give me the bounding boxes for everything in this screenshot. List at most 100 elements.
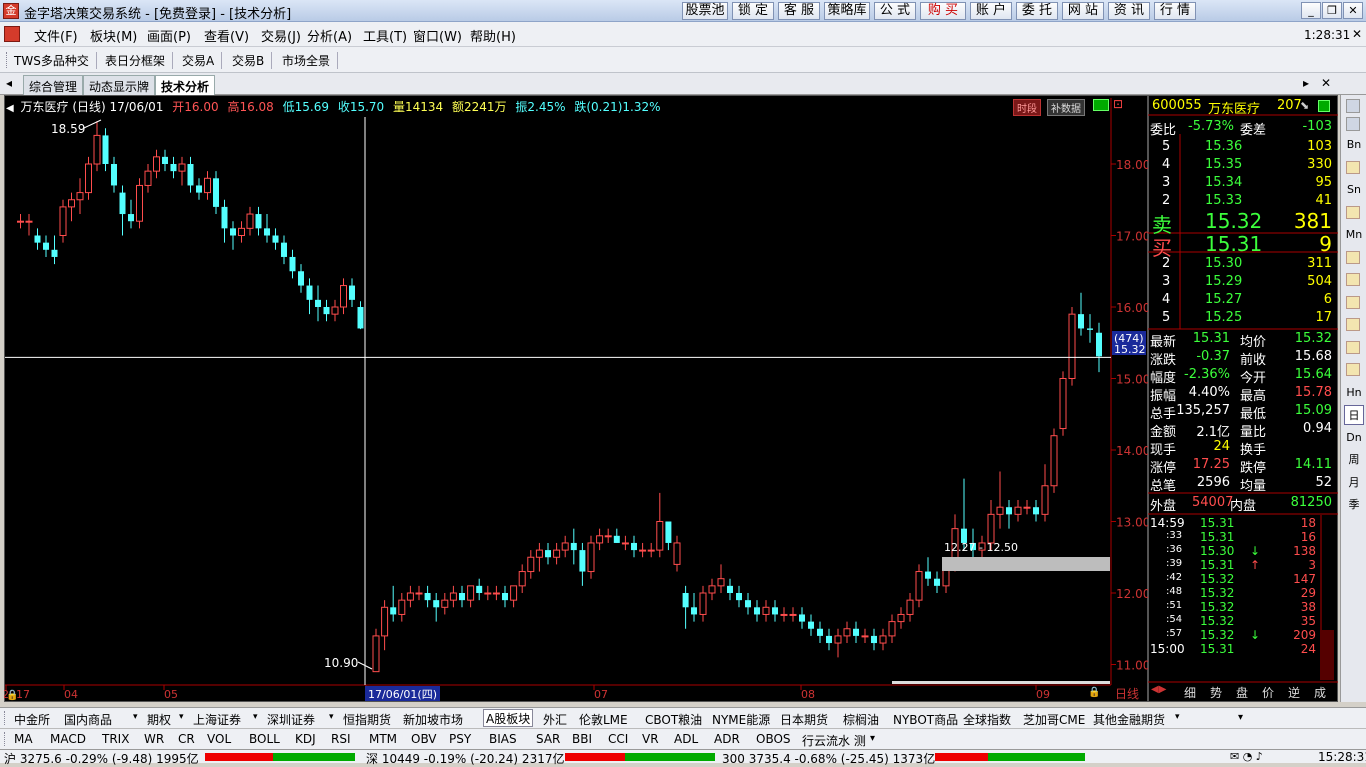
- indicator-tab[interactable]: ADL: [674, 732, 698, 746]
- minute-period-icon[interactable]: [1346, 205, 1360, 219]
- chart-panel-close-icon[interactable]: ⊡: [1113, 97, 1123, 111]
- quote-tab[interactable]: 价: [1262, 684, 1274, 701]
- menu-file[interactable]: 文件(F): [34, 26, 78, 45]
- tab-scroll-left-icon[interactable]: ◂: [6, 76, 12, 90]
- menu-tools[interactable]: 工具(T): [363, 26, 407, 45]
- period-3-button[interactable]: Hn: [1344, 383, 1364, 403]
- menu-help[interactable]: 帮助(H): [470, 26, 516, 45]
- minute-period-icon[interactable]: [1346, 295, 1360, 309]
- menu-trade[interactable]: 交易(J): [261, 26, 301, 45]
- toolbar-market-overview-button[interactable]: 市场全景: [282, 52, 339, 69]
- indicator-tab[interactable]: PSY: [449, 732, 471, 746]
- strategy-lib-button[interactable]: 策略库: [824, 2, 870, 20]
- menu-window[interactable]: 窗口(W): [413, 26, 462, 45]
- buy-button[interactable]: 购 买: [920, 2, 966, 20]
- indicator-tab[interactable]: BIAS: [489, 732, 517, 746]
- scroll-thumb[interactable]: [892, 681, 1110, 684]
- market-tab[interactable]: CBOT粮油: [645, 711, 702, 728]
- period-7-button[interactable]: 月: [1344, 473, 1364, 493]
- tab-scroll-right-icon[interactable]: ▸: [1303, 76, 1309, 90]
- stock-pool-button[interactable]: 股票池: [682, 2, 728, 20]
- period-5-button[interactable]: Dn: [1344, 428, 1364, 448]
- fill-data-badge[interactable]: 补数据: [1047, 99, 1085, 116]
- toolbar-table-frame-button[interactable]: 表日分框架: [105, 52, 174, 69]
- market-tab[interactable]: A股板块: [483, 709, 534, 727]
- dropdown-icon[interactable]: ▾: [1175, 712, 1180, 722]
- period-6-button[interactable]: 周: [1344, 450, 1364, 470]
- tab-tech-analysis[interactable]: 技术分析: [155, 75, 216, 95]
- kline-chart[interactable]: 18.00 17.00 16.00 15.00 14.00 13.00 12.00 11.00…: [4, 95, 1148, 702]
- indicator-tab[interactable]: KDJ: [295, 732, 316, 746]
- dropdown-icon[interactable]: ▾: [179, 712, 184, 722]
- indicator-tab[interactable]: BOLL: [249, 732, 280, 746]
- quote-tab[interactable]: 成: [1314, 684, 1326, 701]
- market-tab[interactable]: 芝加哥CME: [1023, 711, 1085, 728]
- restore-button[interactable]: ❐: [1322, 2, 1342, 19]
- minute-period-icon[interactable]: [1346, 318, 1360, 331]
- indicator-tab[interactable]: MA: [14, 732, 33, 746]
- market-tab[interactable]: 全球指数: [963, 711, 1011, 728]
- tab-close-button[interactable]: ✕: [1321, 76, 1331, 90]
- time-segment-badge[interactable]: 时段: [1013, 99, 1041, 116]
- quote-tab[interactable]: 逆: [1288, 684, 1300, 701]
- menu-sector[interactable]: 板块(M): [90, 26, 137, 45]
- minute-period-icon[interactable]: [1346, 273, 1360, 286]
- indicator-tab[interactable]: RSI: [331, 732, 351, 746]
- indicator-tab[interactable]: TRIX: [102, 732, 129, 746]
- market-tab[interactable]: 中金所: [14, 711, 50, 728]
- indicator-tab[interactable]: WR: [144, 732, 164, 746]
- quote-tab[interactable]: 盘: [1236, 684, 1248, 701]
- indicator-tab[interactable]: ADR: [714, 732, 740, 746]
- indicator-tab[interactable]: VR: [642, 732, 659, 746]
- quote-tab[interactable]: 细: [1184, 684, 1196, 701]
- dropdown-icon[interactable]: ▾: [253, 712, 258, 722]
- dropdown-icon[interactable]: ▾: [133, 712, 138, 722]
- toolbar-icon[interactable]: [1346, 99, 1360, 113]
- minute-period-icon[interactable]: [1346, 160, 1360, 174]
- indicator-tab[interactable]: MACD: [50, 732, 86, 746]
- tab-scroll-icon[interactable]: ◀▶: [1151, 684, 1166, 695]
- period-8-button[interactable]: 季: [1344, 495, 1364, 515]
- toolbar-trade-b-button[interactable]: 交易B: [232, 52, 273, 69]
- menu-analysis[interactable]: 分析(A): [307, 26, 352, 45]
- menu-view[interactable]: 查看(V): [204, 26, 249, 45]
- market-tab[interactable]: 国内商品: [64, 711, 112, 728]
- lock-left-icon[interactable]: 🔒: [6, 689, 18, 701]
- market-tab[interactable]: NYBOT商品: [893, 711, 958, 728]
- period-4-button[interactable]: 日: [1344, 405, 1364, 425]
- period-0-button[interactable]: Bn: [1344, 135, 1364, 155]
- indicator-tab[interactable]: SAR: [536, 732, 560, 746]
- customer-service-button[interactable]: 客 服: [778, 2, 820, 20]
- toolbar-icon[interactable]: [1346, 117, 1360, 131]
- status-icons[interactable]: ✉ ◔ ♪: [1230, 750, 1263, 763]
- quote-tab[interactable]: 势: [1210, 684, 1222, 701]
- trend-icon[interactable]: ⬊: [1300, 99, 1309, 112]
- market-tab[interactable]: 日本期货: [780, 711, 828, 728]
- order-button[interactable]: 委 托: [1016, 2, 1058, 20]
- formula-button[interactable]: 公 式: [874, 2, 916, 20]
- indicator-tab[interactable]: VOL: [207, 732, 231, 746]
- website-button[interactable]: 网 站: [1062, 2, 1104, 20]
- quotes-button[interactable]: 行 情: [1154, 2, 1196, 20]
- lock-button[interactable]: 锁 定: [732, 2, 774, 20]
- market-tab[interactable]: 上海证券: [193, 711, 241, 728]
- menu-screen[interactable]: 画面(P): [147, 26, 191, 45]
- indicator-tab[interactable]: OBV: [411, 732, 437, 746]
- market-tab[interactable]: 期权: [147, 711, 171, 728]
- news-button[interactable]: 资 讯: [1108, 2, 1150, 20]
- indicator-tab[interactable]: BBI: [572, 732, 592, 746]
- tab-overview[interactable]: 综合管理: [23, 75, 84, 95]
- market-more-icon[interactable]: ▾: [1238, 712, 1243, 723]
- market-tab[interactable]: 深圳证券: [267, 711, 315, 728]
- market-tab[interactable]: 外汇: [543, 711, 567, 728]
- minute-period-icon[interactable]: [1346, 250, 1360, 264]
- market-tab[interactable]: 其他金融期货: [1093, 711, 1165, 728]
- chart-mode-icon[interactable]: [1093, 99, 1109, 111]
- minute-period-icon[interactable]: [1346, 340, 1360, 354]
- tab-dynamic-board[interactable]: 动态显示牌: [83, 75, 156, 95]
- period-1-button[interactable]: Sn: [1344, 180, 1364, 200]
- indicator-tab[interactable]: MTM: [369, 732, 397, 746]
- indicator-more-icon[interactable]: ▾: [870, 733, 875, 744]
- account-button[interactable]: 账 户: [970, 2, 1012, 20]
- close-window-button[interactable]: ✕: [1343, 2, 1363, 19]
